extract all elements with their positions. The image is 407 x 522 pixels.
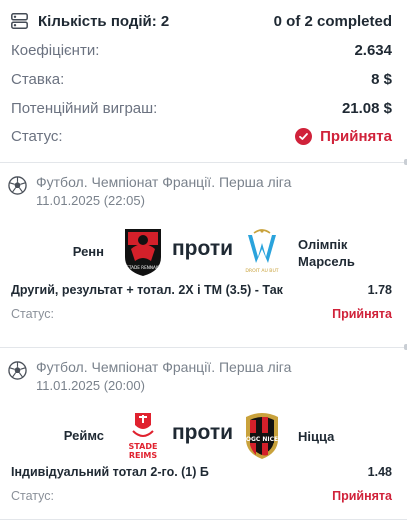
market-name: Індивідуальний тотал 2-го. (1) Б xyxy=(11,465,209,479)
stake-label: Ставка: xyxy=(11,70,65,88)
bet-status-value: Прийнята xyxy=(332,307,392,321)
bet-status-value: Прийнята xyxy=(332,489,392,503)
match-teams: Реймс STADE REIMS проти OGC NICE Ніцца xyxy=(0,411,407,461)
soccer-ball-icon xyxy=(8,176,27,195)
away-team-line-1: Олімпік xyxy=(298,237,348,252)
odds-row: Коефіцієнти: 2.634 xyxy=(11,39,392,61)
market-odd: 1.48 xyxy=(367,465,392,479)
divider xyxy=(0,162,407,163)
home-team: Ренн xyxy=(72,244,104,259)
market-row: Другий, результат + тотал. 2X і ТМ (3.5)… xyxy=(11,281,392,299)
list-icon xyxy=(11,13,28,29)
league-info: Футбол. Чемпіонат Франції. Перша ліга 11… xyxy=(8,359,291,394)
away-team: Ніцца xyxy=(298,428,334,445)
potential-win-row: Потенційний виграш: 21.08 $ xyxy=(11,97,392,119)
status-value: Прийнята xyxy=(320,127,392,145)
divider xyxy=(0,519,407,520)
away-team-line-2: Марсель xyxy=(298,254,355,269)
reims-logo: STADE REIMS xyxy=(129,413,158,460)
svg-text:OGC NICE: OGC NICE xyxy=(246,436,278,443)
events-count-label: Кількість подій: 2 xyxy=(38,12,170,30)
league-name: Футбол. Чемпіонат Франції. Перша ліга xyxy=(36,359,292,375)
bet-card[interactable]: Футбол. Чемпіонат Франції. Перша ліга 11… xyxy=(0,174,407,344)
status-label: Статус: xyxy=(11,127,63,145)
stake-value: 8 $ xyxy=(371,70,392,88)
svg-text:REIMS: REIMS xyxy=(129,451,158,460)
event-date: 11.01.2025 (20:00) xyxy=(36,378,145,393)
marseille-logo: DROIT AU BUT xyxy=(245,229,279,274)
league-info: Футбол. Чемпіонат Франції. Перша ліга 11… xyxy=(8,174,291,209)
market-name: Другий, результат + тотал. 2X і ТМ (3.5)… xyxy=(11,283,283,297)
summary-header[interactable]: Кількість подій: 2 0 of 2 completed xyxy=(11,10,392,32)
home-team: Реймс xyxy=(63,428,104,443)
market-row: Індивідуальний тотал 2-го. (1) Б 1.48 xyxy=(11,463,392,481)
divider xyxy=(0,347,407,348)
potential-win-value: 21.08 $ xyxy=(341,99,392,117)
bet-summary: Кількість подій: 2 0 of 2 completed Коеф… xyxy=(0,0,407,161)
bet-card[interactable]: Футбол. Чемпіонат Франції. Перша ліга 11… xyxy=(0,359,407,519)
league-name: Футбол. Чемпіонат Франції. Перша ліга xyxy=(36,174,292,190)
svg-text:STADE RENNAIS: STADE RENNAIS xyxy=(126,265,160,270)
svg-text:DROIT AU BUT: DROIT AU BUT xyxy=(245,268,278,274)
potential-win-label: Потенційний виграш: xyxy=(11,99,158,117)
svg-text:STADE: STADE xyxy=(129,442,158,451)
bet-status-row: Статус: Прийнята xyxy=(11,305,392,323)
away-team: Олімпік Марсель xyxy=(298,236,355,270)
bet-status-row: Статус: Прийнята xyxy=(11,487,392,505)
odds-label: Коефіцієнти: xyxy=(11,41,100,59)
events-count: Кількість подій: 2 xyxy=(11,13,169,30)
bet-status-label: Статус: xyxy=(11,489,54,503)
market-odd: 1.78 xyxy=(367,283,392,297)
bet-status-label: Статус: xyxy=(11,307,54,321)
stake-row: Ставка: 8 $ xyxy=(11,68,392,90)
away-team-line-1: Ніцца xyxy=(298,429,335,444)
versus-label: проти xyxy=(172,237,234,260)
odds-value: 2.634 xyxy=(354,41,392,59)
check-circle-icon xyxy=(295,127,313,145)
match-teams: Ренн STADE RENNAIS проти DROIT AU BUT Ол… xyxy=(0,227,407,277)
summary-status-row: Статус: Прийнята xyxy=(11,125,392,147)
event-date: 11.01.2025 (22:05) xyxy=(36,193,145,208)
nice-logo: OGC NICE xyxy=(246,413,278,459)
soccer-ball-icon xyxy=(8,361,27,380)
status-badge: Прийнята xyxy=(295,127,392,145)
versus-label: проти xyxy=(172,421,234,444)
completed-count: 0 of 2 completed xyxy=(273,12,392,30)
rennes-logo: STADE RENNAIS xyxy=(125,229,161,276)
